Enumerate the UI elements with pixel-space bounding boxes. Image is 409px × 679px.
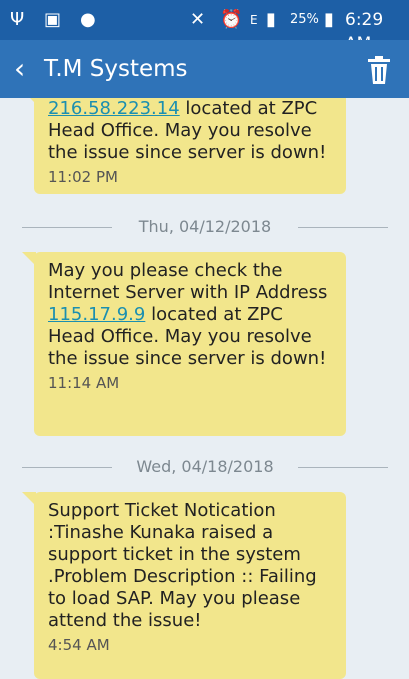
divider: [298, 227, 388, 228]
bubble-tail: [22, 252, 36, 266]
battery-percent: 25%: [290, 12, 319, 27]
gallery-icon: ▣: [44, 9, 62, 30]
message-text: May you please check the Internet Server…: [48, 260, 328, 303]
message-time: 11:02 PM: [48, 168, 118, 186]
back-icon[interactable]: ‹: [14, 52, 40, 86]
ip-address-link[interactable]: 115.17.9.9: [48, 304, 145, 325]
message-list[interactable]: 216.58.223.14 located at ZPC Head Office…: [0, 98, 409, 679]
date-separator: Wed, 04/18/2018: [0, 454, 409, 480]
trash-icon[interactable]: [364, 54, 394, 86]
divider: [298, 467, 388, 468]
message-time: 11:14 AM: [48, 374, 120, 392]
message-time: 4:54 AM: [48, 636, 110, 654]
date-label: Wed, 04/18/2018: [136, 457, 274, 476]
bubble-tail: [22, 492, 36, 506]
alarm-icon: ⏰: [220, 9, 243, 30]
message-bubble[interactable]: Support Ticket Notication :Tinashe Kunak…: [22, 492, 346, 679]
data-indicator: E: [250, 13, 258, 27]
conversation-title: T.M Systems: [44, 56, 188, 82]
message-bubble[interactable]: 216.58.223.14 located at ZPC Head Office…: [22, 98, 346, 194]
divider: [22, 467, 112, 468]
bubble-tail: [22, 98, 36, 104]
battery-charging-icon: ▮: [324, 9, 334, 30]
mute-icon: ✕: [190, 9, 206, 30]
date-label: Thu, 04/12/2018: [138, 217, 272, 236]
app-bar: ‹ T.M Systems: [0, 40, 409, 98]
message-bubble[interactable]: May you please check the Internet Server…: [22, 252, 346, 436]
app-notification-icon: ●: [80, 9, 96, 30]
ip-address-link[interactable]: 216.58.223.14: [48, 98, 180, 119]
divider: [22, 227, 112, 228]
signal-icon: ▮: [266, 9, 276, 30]
date-separator: Thu, 04/12/2018: [0, 214, 409, 240]
message-text: Support Ticket Notication :Tinashe Kunak…: [48, 500, 317, 631]
status-bar: Ψ ▣ ● ✕ ⏰ E ▮ 25% ▮ 6:29 AM: [0, 0, 409, 54]
usb-icon: Ψ: [10, 9, 25, 30]
